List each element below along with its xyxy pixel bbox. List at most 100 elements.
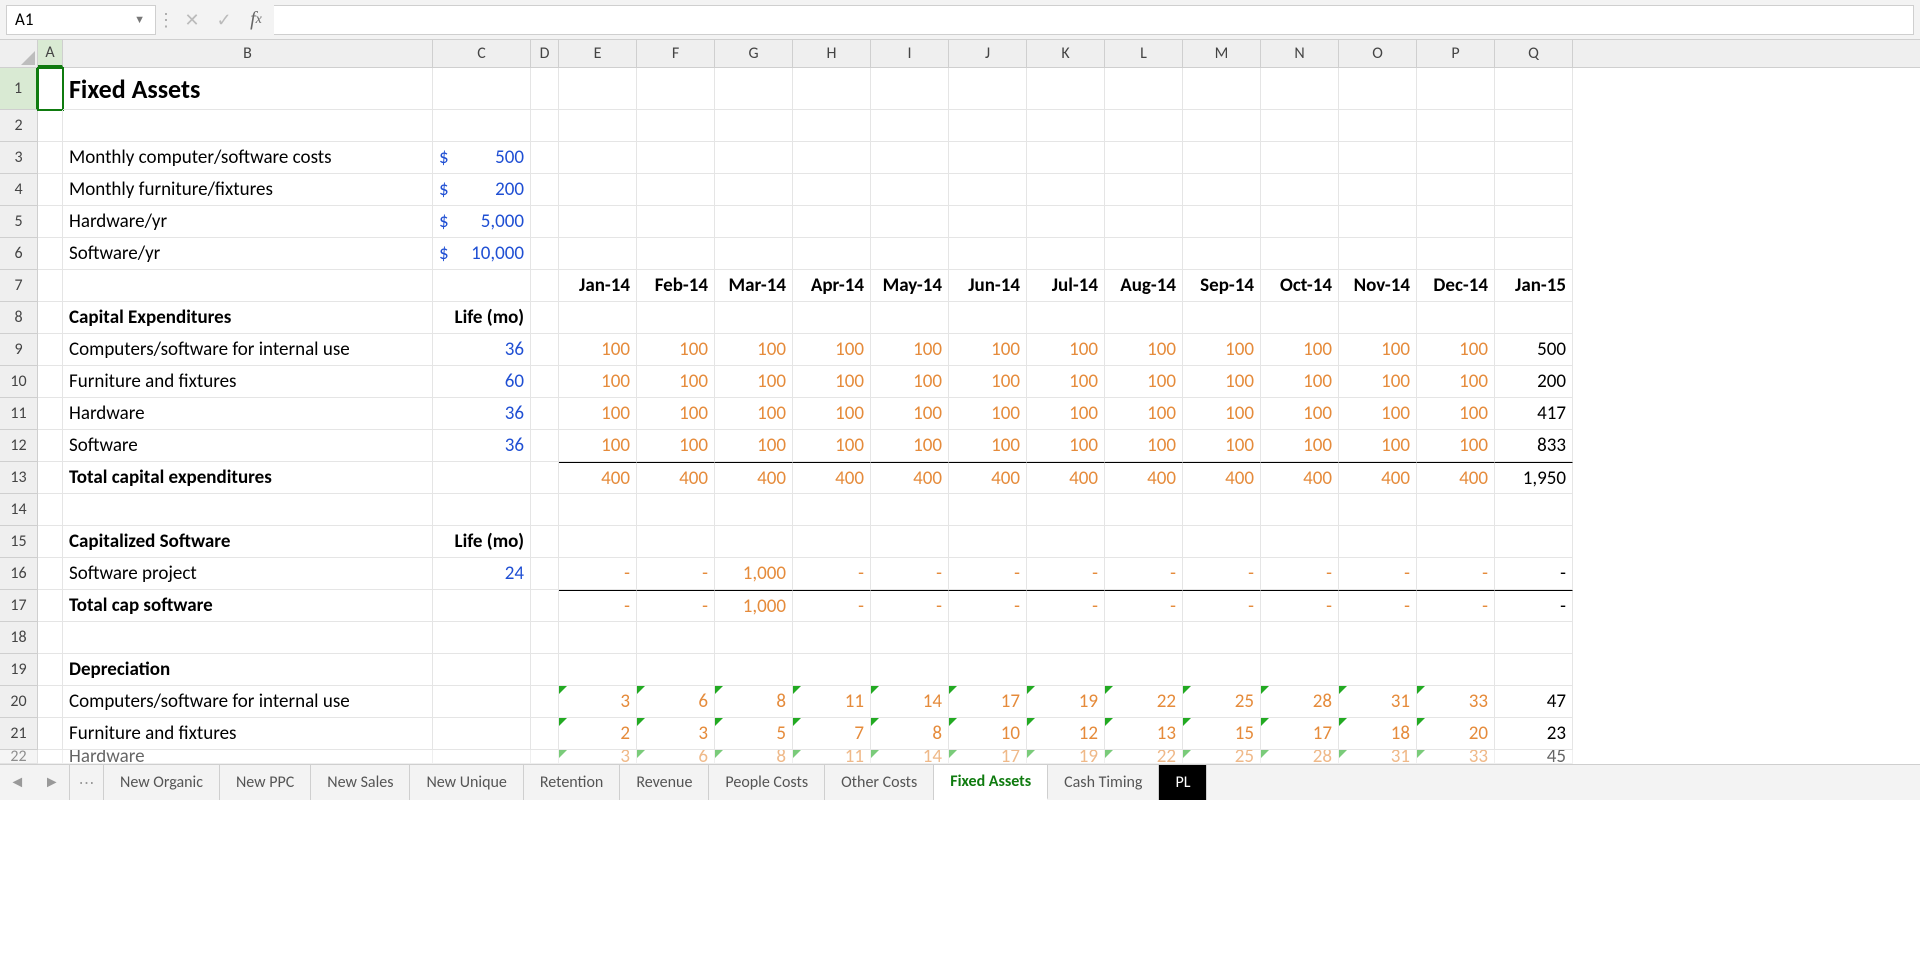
cell[interactable]: 100 bbox=[1339, 334, 1417, 366]
cell[interactable]: 100 bbox=[949, 398, 1027, 430]
cell[interactable] bbox=[949, 526, 1027, 558]
cell[interactable] bbox=[715, 206, 793, 238]
cell[interactable]: - bbox=[871, 558, 949, 590]
cell[interactable]: 100 bbox=[1261, 430, 1339, 462]
cell[interactable]: 24 bbox=[433, 558, 531, 590]
sheet-tab[interactable]: New Unique bbox=[410, 765, 523, 800]
cell[interactable] bbox=[1417, 302, 1495, 334]
cell[interactable] bbox=[531, 302, 559, 334]
cell[interactable]: 11 bbox=[793, 686, 871, 718]
cell[interactable] bbox=[793, 494, 871, 526]
cell[interactable]: 28 bbox=[1261, 750, 1339, 764]
cell[interactable] bbox=[1105, 302, 1183, 334]
sheet-tab[interactable]: New Sales bbox=[311, 765, 410, 800]
cell[interactable] bbox=[1261, 302, 1339, 334]
cell[interactable]: 19 bbox=[1027, 686, 1105, 718]
cell[interactable] bbox=[793, 174, 871, 206]
cell[interactable] bbox=[1339, 654, 1417, 686]
cell[interactable] bbox=[1105, 206, 1183, 238]
cell[interactable]: - bbox=[559, 590, 637, 622]
cell[interactable] bbox=[1183, 654, 1261, 686]
cell[interactable] bbox=[793, 68, 871, 110]
cell[interactable]: 25 bbox=[1183, 750, 1261, 764]
cell[interactable] bbox=[1339, 174, 1417, 206]
column-header[interactable]: A bbox=[38, 40, 63, 67]
cell[interactable] bbox=[871, 302, 949, 334]
row-header[interactable]: 4 bbox=[0, 174, 38, 206]
cell[interactable] bbox=[38, 68, 63, 110]
cell[interactable]: 100 bbox=[1339, 398, 1417, 430]
cell[interactable] bbox=[1261, 238, 1339, 270]
cell[interactable]: 100 bbox=[715, 398, 793, 430]
cell[interactable] bbox=[531, 494, 559, 526]
cell[interactable]: 33 bbox=[1417, 750, 1495, 764]
cell[interactable]: 6 bbox=[637, 750, 715, 764]
cell[interactable]: 8 bbox=[715, 750, 793, 764]
cell[interactable]: 500 bbox=[1495, 334, 1573, 366]
cell[interactable] bbox=[793, 302, 871, 334]
cell[interactable]: 6 bbox=[637, 686, 715, 718]
cell[interactable] bbox=[1417, 622, 1495, 654]
cell[interactable] bbox=[949, 142, 1027, 174]
cell[interactable] bbox=[531, 558, 559, 590]
cell[interactable]: Capitalized Software bbox=[63, 526, 433, 558]
cell[interactable]: 3 bbox=[559, 750, 637, 764]
cell[interactable] bbox=[531, 398, 559, 430]
cell[interactable]: 100 bbox=[1417, 334, 1495, 366]
cell[interactable]: 12 bbox=[1027, 718, 1105, 750]
cell[interactable] bbox=[1495, 174, 1573, 206]
cell[interactable] bbox=[1105, 174, 1183, 206]
cell[interactable] bbox=[433, 462, 531, 494]
cell[interactable]: - bbox=[1339, 558, 1417, 590]
cell[interactable] bbox=[793, 622, 871, 654]
cell[interactable] bbox=[38, 622, 63, 654]
cell[interactable]: 100 bbox=[793, 366, 871, 398]
row-header[interactable]: 11 bbox=[0, 398, 38, 430]
cell[interactable]: 5 bbox=[715, 718, 793, 750]
cell[interactable] bbox=[38, 718, 63, 750]
cell[interactable] bbox=[949, 174, 1027, 206]
cell[interactable] bbox=[715, 68, 793, 110]
cell[interactable]: 17 bbox=[949, 686, 1027, 718]
cell[interactable] bbox=[949, 494, 1027, 526]
cell[interactable]: - bbox=[637, 590, 715, 622]
cell[interactable]: 1,000 bbox=[715, 558, 793, 590]
cell[interactable] bbox=[531, 526, 559, 558]
column-header[interactable]: F bbox=[637, 40, 715, 67]
cell[interactable]: 100 bbox=[1261, 398, 1339, 430]
cell[interactable] bbox=[793, 110, 871, 142]
cell[interactable] bbox=[63, 270, 433, 302]
cell[interactable]: 31 bbox=[1339, 750, 1417, 764]
cell[interactable]: 31 bbox=[1339, 686, 1417, 718]
cell[interactable]: 100 bbox=[1027, 366, 1105, 398]
cell[interactable]: 8 bbox=[871, 718, 949, 750]
column-header[interactable]: L bbox=[1105, 40, 1183, 67]
cell[interactable] bbox=[531, 174, 559, 206]
cell[interactable]: 100 bbox=[559, 430, 637, 462]
cell[interactable]: Dec-14 bbox=[1417, 270, 1495, 302]
cell[interactable]: 100 bbox=[1105, 366, 1183, 398]
cell[interactable] bbox=[559, 206, 637, 238]
cell[interactable]: - bbox=[1417, 590, 1495, 622]
cell[interactable] bbox=[1027, 622, 1105, 654]
cell[interactable] bbox=[637, 110, 715, 142]
cell[interactable] bbox=[1027, 206, 1105, 238]
cell[interactable] bbox=[715, 238, 793, 270]
cell[interactable] bbox=[871, 68, 949, 110]
insert-function-icon[interactable]: fx bbox=[240, 6, 272, 34]
row-header[interactable]: 17 bbox=[0, 590, 38, 622]
sheet-tab[interactable]: Cash Timing bbox=[1048, 765, 1159, 800]
cell[interactable]: 100 bbox=[637, 398, 715, 430]
cell[interactable] bbox=[637, 654, 715, 686]
cell[interactable] bbox=[871, 622, 949, 654]
cell[interactable] bbox=[871, 494, 949, 526]
cell[interactable]: - bbox=[1105, 558, 1183, 590]
cell[interactable]: 14 bbox=[871, 686, 949, 718]
cell[interactable] bbox=[1495, 110, 1573, 142]
cell[interactable]: 22 bbox=[1105, 750, 1183, 764]
cell[interactable]: 25 bbox=[1183, 686, 1261, 718]
cell[interactable] bbox=[637, 494, 715, 526]
cell[interactable]: - bbox=[949, 590, 1027, 622]
cell[interactable] bbox=[559, 174, 637, 206]
cell[interactable] bbox=[1339, 494, 1417, 526]
